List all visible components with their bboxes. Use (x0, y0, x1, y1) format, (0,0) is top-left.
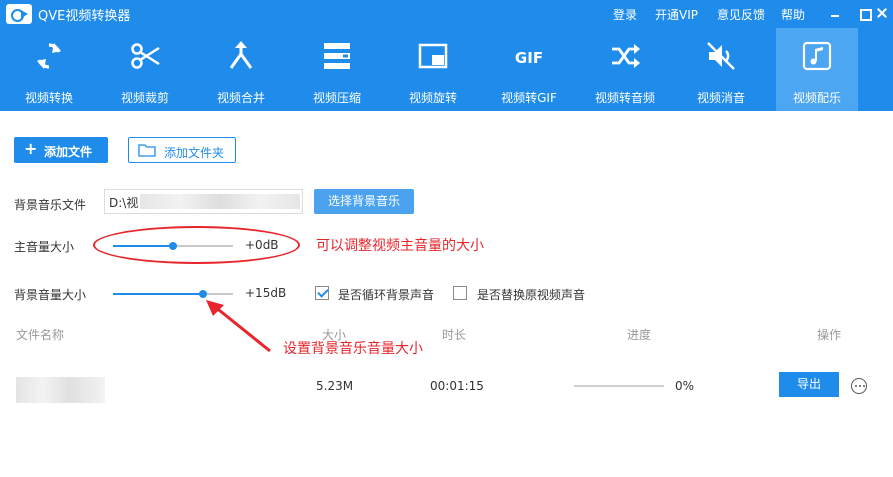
tab-video-convert[interactable]: 视频转换 (8, 28, 90, 111)
scissors-icon (131, 43, 160, 69)
col-filename-header: 文件名称 (16, 328, 65, 342)
app-logo-icon (6, 4, 32, 24)
tab-video-mute[interactable]: 视频消音 (680, 28, 762, 111)
main-volume-annotation: 可以调整视频主音量的大小 (316, 238, 484, 254)
export-button[interactable]: 导出 (779, 372, 839, 397)
tab-video-music[interactable]: 视频配乐 (776, 28, 858, 111)
row-size: 5.23M (316, 379, 354, 393)
tab-label: 视频消音 (696, 91, 745, 105)
bg-volume-fill (113, 293, 203, 295)
more-options-icon[interactable] (851, 378, 867, 394)
replace-audio-checkbox[interactable] (453, 286, 467, 300)
col-actions-header: 操作 (817, 328, 842, 342)
music-note-icon (802, 41, 832, 71)
svg-text:GIF: GIF (515, 49, 543, 67)
loop-bg-checkbox[interactable] (315, 286, 329, 300)
tab-video-merge[interactable]: 视频合并 (200, 28, 282, 111)
help-link[interactable]: 帮助 (781, 6, 805, 23)
tab-label: 视频裁剪 (120, 91, 169, 105)
mute-icon (707, 42, 735, 70)
bg-music-path-text: D:\视 (109, 196, 139, 210)
bg-volume-annotation: 设置背景音乐音量大小 (283, 341, 423, 357)
add-folder-button[interactable]: 添加文件夹 (128, 137, 236, 163)
annotation-arrow-icon (206, 300, 271, 353)
main-volume-label: 主音量大小 (14, 240, 75, 254)
compress-icon (324, 43, 350, 69)
annotation-circle (93, 226, 300, 264)
col-duration-header: 时长 (442, 328, 467, 342)
row-duration: 00:01:15 (430, 379, 484, 393)
merge-icon (229, 41, 253, 69)
folder-icon (138, 144, 156, 157)
feature-toolbar: 视频转换 视频裁剪 视频合并 视频压缩 视频旋转 GIF 视频转GIF 视频转音… (0, 28, 893, 111)
maximize-icon[interactable] (856, 4, 874, 22)
tab-label: 视频转GIF (501, 91, 557, 105)
bg-volume-label: 背景音量大小 (14, 288, 87, 302)
tab-label: 视频压缩 (312, 91, 361, 105)
plus-icon: + (24, 139, 38, 158)
title-bar: QVE视频转换器 登录 开通VIP 意见反馈 帮助 (0, 0, 893, 28)
tab-video-rotate[interactable]: 视频旋转 (392, 28, 474, 111)
col-size-header: 大小 (322, 328, 347, 342)
add-file-button[interactable]: + 添加文件 (14, 137, 108, 163)
tab-label: 视频旋转 (408, 91, 457, 105)
tab-video-to-audio[interactable]: 视频转音频 (584, 28, 666, 111)
convert-icon (37, 43, 61, 69)
tab-label: 视频配乐 (792, 91, 841, 105)
bg-volume-slider[interactable] (113, 290, 233, 298)
gif-icon: GIF (515, 49, 543, 67)
loop-bg-label: 是否循环背景声音 (338, 288, 435, 302)
minimize-icon[interactable] (827, 4, 845, 22)
feedback-link[interactable]: 意见反馈 (717, 6, 765, 23)
col-progress-header: 进度 (627, 328, 652, 342)
tab-video-to-gif[interactable]: GIF 视频转GIF (488, 28, 570, 111)
replace-audio-label: 是否替换原视频声音 (477, 288, 586, 302)
tab-label: 视频合并 (216, 91, 265, 105)
close-icon[interactable] (873, 4, 891, 22)
tab-video-crop[interactable]: 视频裁剪 (104, 28, 186, 111)
add-file-label: 添加文件 (44, 145, 93, 159)
add-folder-label: 添加文件夹 (164, 146, 225, 160)
tab-label: 视频转换 (24, 91, 73, 105)
vip-link[interactable]: 开通VIP (655, 6, 698, 23)
tab-label: 视频转音频 (594, 91, 655, 105)
row-progress-text: 0% (675, 379, 695, 393)
select-bg-music-button[interactable]: 选择背景音乐 (314, 189, 414, 214)
row-progress-bar (574, 385, 664, 387)
tab-video-compress[interactable]: 视频压缩 (296, 28, 378, 111)
bg-music-label: 背景音乐文件 (14, 198, 87, 212)
redacted-path (140, 194, 300, 209)
shuffle-icon (612, 44, 640, 68)
rotate-icon (418, 43, 448, 69)
app-title: QVE视频转换器 (38, 9, 131, 24)
bg-music-path-input[interactable]: D:\视 (104, 189, 303, 214)
redacted-filename (16, 377, 105, 403)
login-link[interactable]: 登录 (613, 6, 637, 23)
header-bar: QVE视频转换器 登录 开通VIP 意见反馈 帮助 视频转换 视频裁剪 视频合并… (0, 0, 893, 111)
